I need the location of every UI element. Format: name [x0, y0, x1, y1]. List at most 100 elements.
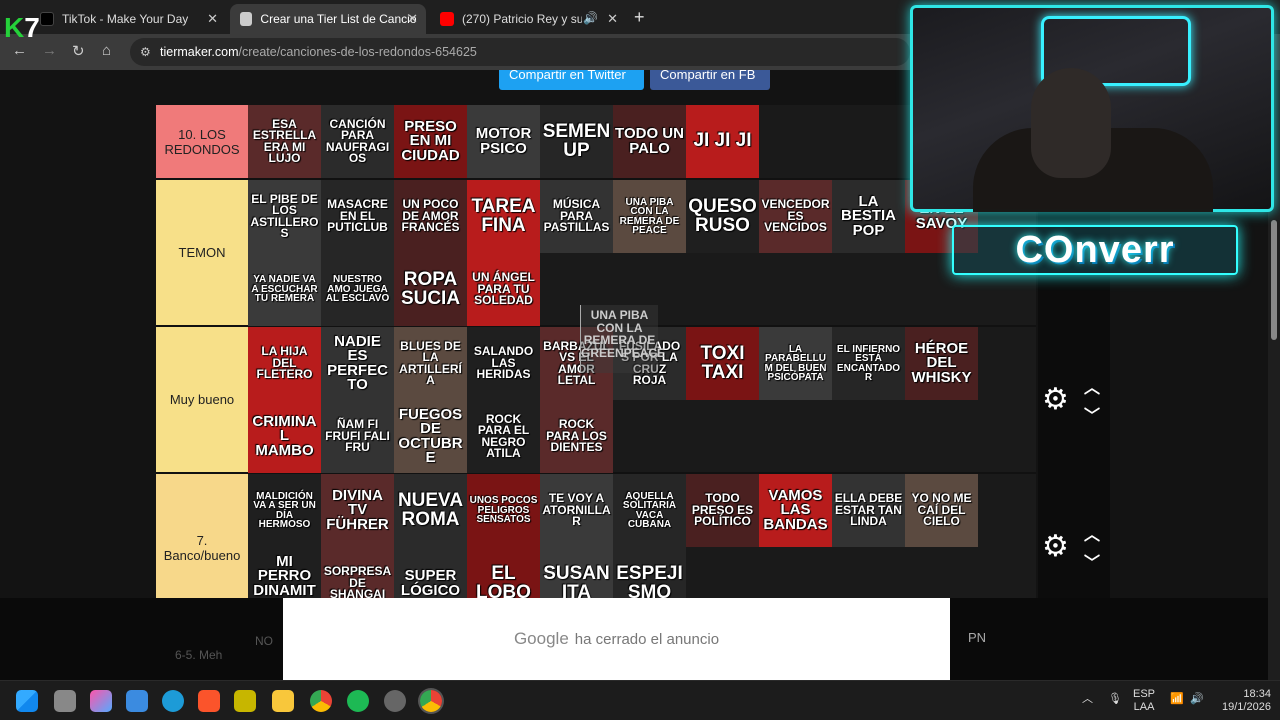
- site-info-icon[interactable]: ⚙: [140, 38, 151, 66]
- brave-icon[interactable]: [198, 690, 220, 712]
- clock[interactable]: 18:34 19/1/2026: [1222, 688, 1271, 714]
- volume-icon[interactable]: 🔊: [1190, 693, 1204, 706]
- tier-item[interactable]: PRESO EN MI CIUDAD: [394, 105, 467, 178]
- tier-item[interactable]: UN ÁNGEL PARA TU SOLEDAD: [467, 253, 540, 326]
- store-icon[interactable]: [126, 690, 148, 712]
- tier-item[interactable]: SALANDO LAS HERIDAS: [467, 327, 540, 400]
- tier-item[interactable]: FUEGOS DE OCTUBRE: [394, 400, 467, 473]
- tier-item[interactable]: EL PIBE DE LOS ASTILLEROS: [248, 180, 321, 253]
- tier-item[interactable]: ELLA DEBE ESTAR TAN LINDA: [832, 474, 905, 547]
- scrollbar-thumb[interactable]: [1271, 220, 1277, 340]
- tier-item[interactable]: QUESO RUSO: [686, 180, 759, 253]
- tier-item[interactable]: CRIMINAL MAMBO: [248, 400, 321, 473]
- tier-item[interactable]: ESA ESTRELLA ERA MI LUJO: [248, 105, 321, 178]
- tier-item[interactable]: YO NO ME CAÍ DEL CIELO: [905, 474, 978, 547]
- tier-item[interactable]: SUSANITA: [540, 547, 613, 598]
- tier-item[interactable]: VENCEDORES VENCIDOS: [759, 180, 832, 253]
- tier-item[interactable]: BLUES DE LA ARTILLERÍA: [394, 327, 467, 400]
- youtube-icon: [440, 12, 454, 26]
- close-icon[interactable]: ✕: [607, 11, 618, 27]
- tier-item[interactable]: EL LOBO: [467, 547, 540, 598]
- tier-item[interactable]: ROCK PARA EL NEGRO ATILA: [467, 400, 540, 473]
- spotify-icon[interactable]: [347, 690, 369, 712]
- tier-item[interactable]: UN POCO DE AMOR FRANCÉS: [394, 180, 467, 253]
- tier-item[interactable]: DIVINA TV FÜHRER: [321, 474, 394, 547]
- tier-item[interactable]: LA BESTIA POP: [832, 180, 905, 253]
- share-twitter-button[interactable]: Compartir en Twitter: [499, 70, 644, 90]
- file-explorer-icon[interactable]: [272, 690, 294, 712]
- tier-item[interactable]: LA PARABELLUM DEL BUEN PSICÓPATA: [759, 327, 832, 400]
- tier-item[interactable]: ROCK PARA LOS DIENTES: [540, 400, 613, 473]
- tier-item[interactable]: JI JI JI: [686, 105, 759, 178]
- address-bar[interactable]: ⚙ tiermaker.com/create/canciones-de-los-…: [130, 38, 910, 66]
- tier-item[interactable]: SUPER LÓGICO: [394, 547, 467, 598]
- tier-item[interactable]: AQUELLA SOLITARIA VACA CUBANA: [613, 474, 686, 547]
- tier-item[interactable]: SORPRESA DE SHANGAI: [321, 547, 394, 598]
- edge-icon[interactable]: [162, 690, 184, 712]
- tier-label[interactable]: TEMON: [156, 180, 248, 325]
- tier-label[interactable]: 10. LOS REDONDOS: [156, 105, 248, 178]
- forward-icon[interactable]: →: [42, 42, 57, 59]
- tier-item[interactable]: MASACRE EN EL PUTICLUB: [321, 180, 394, 253]
- task-view-icon[interactable]: [54, 690, 76, 712]
- tab-youtube[interactable]: (270) Patricio Rey y sus Red 🔊 ✕: [430, 4, 626, 34]
- copilot-icon[interactable]: [90, 690, 112, 712]
- new-tab-button[interactable]: +: [634, 7, 645, 28]
- app-icon[interactable]: [234, 690, 256, 712]
- tier-label[interactable]: 7. Banco/bueno: [156, 474, 248, 598]
- tier-item[interactable]: TOXI TAXI: [686, 327, 759, 400]
- windows-start-icon[interactable]: [16, 690, 38, 712]
- language-indicator[interactable]: ESP LAA: [1133, 688, 1155, 714]
- share-fb-button[interactable]: Compartir en FB: [650, 70, 770, 90]
- wifi-icon[interactable]: 📶: [1170, 693, 1184, 706]
- tier-item[interactable]: ÑAM FI FRUFI FALI FRU: [321, 400, 394, 473]
- tier-item[interactable]: EL INFIERNO ESTÁ ENCANTADOR: [832, 327, 905, 400]
- ad-closed-banner: Google ha cerrado el anuncio: [283, 598, 950, 680]
- back-icon[interactable]: ←: [12, 42, 27, 59]
- move-up-icon[interactable]: ︿: [1084, 374, 1100, 398]
- tier-item[interactable]: NADIE ES PERFECTO: [321, 327, 394, 400]
- tier-item[interactable]: TAREA FINA: [467, 180, 540, 253]
- chrome-active-icon[interactable]: [420, 690, 442, 712]
- speaker-icon[interactable]: 🔊: [583, 11, 598, 25]
- microphone-icon[interactable]: 🎙: [1108, 693, 1122, 706]
- tier-item[interactable]: NUESTRO AMO JUEGA AL ESCLAVO: [321, 253, 394, 326]
- obs-icon[interactable]: [384, 690, 406, 712]
- tier-item[interactable]: MOTOR PSICO: [467, 105, 540, 178]
- gear-icon[interactable]: ⚙: [1042, 382, 1069, 417]
- tier-item[interactable]: NUEVA ROMA: [394, 474, 467, 547]
- close-icon[interactable]: ✕: [407, 11, 418, 27]
- tab-tiktok[interactable]: TikTok - Make Your Day ✕: [30, 4, 226, 34]
- tier-item[interactable]: HÉROE DEL WHISKY: [905, 327, 978, 400]
- move-up-icon[interactable]: ︿: [1084, 521, 1100, 545]
- close-icon[interactable]: ✕: [207, 11, 218, 27]
- gear-icon[interactable]: ⚙: [1042, 529, 1069, 564]
- kick-badge: K7: [4, 12, 40, 44]
- tier-item[interactable]: MALDICIÓN VA A SER UN DÍA HERMOSO: [248, 474, 321, 547]
- tier-item[interactable]: TE VOY A ATORNILLAR: [540, 474, 613, 547]
- tier-item[interactable]: TODO PRESO ES POLÍTICO: [686, 474, 759, 547]
- tier-item[interactable]: ESPEJISMO: [613, 547, 686, 598]
- home-icon[interactable]: ⌂: [102, 42, 111, 59]
- tier-item[interactable]: MI PERRO DINAMITA: [248, 547, 321, 598]
- dragged-item[interactable]: UNA PIBA CON LA REMERA DE GREENPEACE: [580, 305, 665, 373]
- move-down-icon[interactable]: ﹀: [1084, 402, 1100, 426]
- reload-icon[interactable]: ↻: [72, 42, 85, 60]
- tier-item[interactable]: LA HIJA DEL FLETERO: [248, 327, 321, 400]
- tier-row: 7. Banco/bueno MALDICIÓN VA A SER UN DÍA…: [156, 474, 1036, 598]
- tab-tiermaker[interactable]: Crear una Tier List de Canciones ✕: [230, 4, 426, 34]
- tier-item[interactable]: YA NADIE VA A ESCUCHAR TU REMERA: [248, 253, 321, 326]
- tab-title: TikTok - Make Your Day: [62, 12, 189, 26]
- tier-item[interactable]: ROPA SUCIA: [394, 253, 467, 326]
- tier-item[interactable]: SEMEN UP: [540, 105, 613, 178]
- move-down-icon[interactable]: ﹀: [1084, 549, 1100, 573]
- tray-chevron-icon[interactable]: ︿: [1082, 693, 1093, 706]
- tier-item[interactable]: TODO UN PALO: [613, 105, 686, 178]
- tier-item[interactable]: UNOS POCOS PELIGROS SENSATOS: [467, 474, 540, 547]
- tier-item[interactable]: CANCIÓN PARA NAUFRAGIOS: [321, 105, 394, 178]
- tier-label[interactable]: Muy bueno: [156, 327, 248, 472]
- tier-item[interactable]: UNA PIBA CON LA REMERA DE PEACE: [613, 180, 686, 253]
- tier-item[interactable]: VAMOS LAS BANDAS: [759, 474, 832, 547]
- tier-item[interactable]: MÚSICA PARA PASTILLAS: [540, 180, 613, 253]
- chrome-icon[interactable]: [310, 690, 332, 712]
